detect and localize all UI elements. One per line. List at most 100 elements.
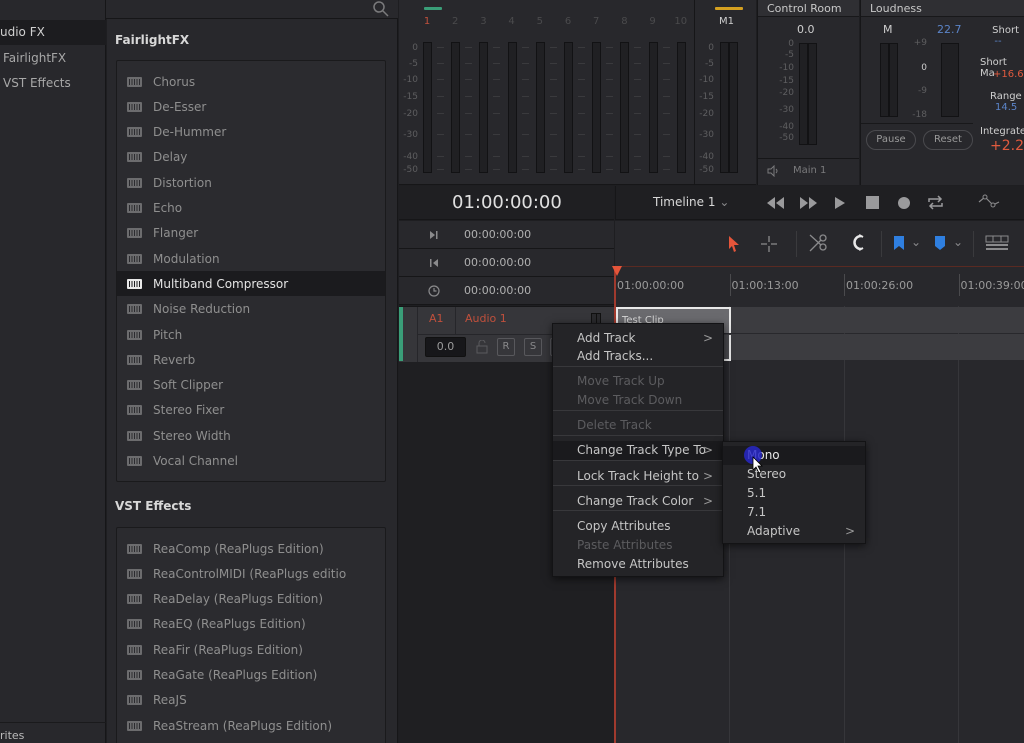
playhead-handle[interactable] bbox=[612, 266, 622, 276]
flag-icon[interactable] bbox=[893, 235, 905, 251]
play-icon[interactable] bbox=[834, 196, 846, 210]
channel-number: 2 bbox=[452, 16, 459, 27]
fx-list-item[interactable]: ReaFir (ReaPlugs Edition) bbox=[117, 637, 385, 662]
track-volume-field[interactable]: 0.0 bbox=[425, 337, 466, 357]
track-header-divider bbox=[455, 307, 456, 334]
duration-value[interactable]: 00:00:00:00 bbox=[464, 284, 531, 297]
menu-separator bbox=[553, 366, 723, 367]
fairlightfx-list: Chorus De-Esser De-Hummer Delay Distortion Ec… bbox=[116, 60, 386, 482]
submenu-item[interactable]: 7.1 bbox=[723, 503, 865, 522]
short-label: Short bbox=[992, 25, 1019, 36]
fx-list-item[interactable]: Echo bbox=[117, 196, 385, 221]
razor-tool-icon[interactable] bbox=[808, 233, 830, 253]
range-tool-icon[interactable] bbox=[760, 235, 778, 253]
out-point-row: 00:00:00:00 bbox=[399, 249, 614, 277]
flag-dropdown-chevron-icon[interactable]: ⌄ bbox=[911, 235, 921, 249]
category-fairlightfx[interactable]: FairlightFX bbox=[0, 46, 106, 71]
meter-tick bbox=[662, 169, 670, 170]
fx-list-item[interactable]: ReaControlMIDI (ReaPlugs editio bbox=[117, 561, 385, 586]
lock-icon[interactable] bbox=[476, 340, 488, 354]
in-point-value[interactable]: 00:00:00:00 bbox=[464, 228, 531, 241]
fx-list-item[interactable]: ReaGate (ReaPlugs Edition) bbox=[117, 663, 385, 688]
marker-icon[interactable] bbox=[934, 235, 946, 251]
control-room-output[interactable]: Main 1 bbox=[793, 165, 826, 176]
fx-item-label: Noise Reduction bbox=[153, 302, 251, 317]
fx-list-item[interactable]: Soft Clipper bbox=[117, 373, 385, 398]
favorites-label[interactable]: rites bbox=[0, 729, 24, 742]
record-arm-button[interactable]: R bbox=[497, 338, 515, 356]
meter-tick bbox=[493, 47, 501, 48]
submenu-item[interactable]: Stereo bbox=[723, 465, 865, 484]
fx-list-item[interactable]: ReaComp (ReaPlugs Edition) bbox=[117, 536, 385, 561]
meter-tick bbox=[662, 134, 670, 135]
fx-list-item[interactable]: De-Hummer bbox=[117, 120, 385, 145]
speaker-icon[interactable] bbox=[767, 164, 781, 178]
context-menu-item[interactable]: Add Track > bbox=[553, 329, 723, 348]
automation-icon[interactable] bbox=[978, 194, 1000, 210]
submenu-item[interactable]: Adaptive > bbox=[723, 522, 865, 541]
meter-tick bbox=[606, 96, 614, 97]
fx-list-item[interactable]: Distortion bbox=[117, 170, 385, 195]
transport-bar: Timeline 1 ⌄ bbox=[615, 186, 1024, 220]
track-name[interactable]: Audio 1 bbox=[465, 312, 507, 325]
toolbar-divider bbox=[973, 231, 974, 257]
loudness-scale-label: +9 bbox=[913, 38, 927, 48]
context-menu-item[interactable]: Change Track Color > bbox=[553, 492, 723, 511]
fx-item-label: Distortion bbox=[153, 175, 212, 190]
context-menu-item[interactable]: Remove Attributes bbox=[553, 555, 723, 574]
category-vst-effects[interactable]: VST Effects bbox=[0, 71, 106, 96]
record-icon[interactable] bbox=[897, 196, 911, 210]
fx-list-item[interactable]: Stereo Width bbox=[117, 423, 385, 448]
context-menu-item[interactable]: Change Track Type To > bbox=[553, 441, 723, 460]
meter-scale-label: -15 bbox=[403, 92, 418, 102]
stop-icon[interactable] bbox=[866, 196, 879, 209]
fx-list-item[interactable]: ReaDelay (ReaPlugs Edition) bbox=[117, 587, 385, 612]
meter-tick bbox=[549, 47, 557, 48]
fx-list-item[interactable]: Chorus bbox=[117, 69, 385, 94]
fx-list-item[interactable]: Multiband Compressor bbox=[117, 271, 385, 297]
fx-list-item[interactable]: Noise Reduction bbox=[117, 297, 385, 322]
meter-tick bbox=[521, 79, 529, 80]
master-scale-label: -20 bbox=[699, 109, 714, 119]
selection-tool-icon[interactable] bbox=[727, 235, 741, 253]
fx-list-item[interactable]: Vocal Channel bbox=[117, 449, 385, 474]
fast-forward-icon[interactable] bbox=[798, 196, 818, 210]
submenu-item[interactable]: 5.1 bbox=[723, 484, 865, 503]
fx-list-item[interactable]: Stereo Fixer bbox=[117, 398, 385, 423]
vst-section-title: VST Effects bbox=[115, 499, 192, 513]
search-icon[interactable] bbox=[372, 0, 390, 18]
context-menu-item[interactable]: Add Tracks... bbox=[553, 347, 723, 366]
meter-scale-label: 0 bbox=[412, 43, 418, 53]
menu-separator bbox=[553, 435, 723, 436]
fx-list-item[interactable]: Flanger bbox=[117, 221, 385, 246]
rewind-icon[interactable] bbox=[766, 196, 786, 210]
pause-button[interactable]: Pause bbox=[866, 130, 916, 150]
loop-icon[interactable] bbox=[927, 195, 944, 210]
fx-list-item[interactable]: Pitch bbox=[117, 322, 385, 347]
fx-list-item[interactable]: ReaEQ (ReaPlugs Edition) bbox=[117, 612, 385, 637]
meter-tick bbox=[465, 113, 473, 114]
reset-button[interactable]: Reset bbox=[923, 130, 973, 150]
fx-list-item[interactable]: ReaJS bbox=[117, 688, 385, 713]
meter-tick bbox=[493, 79, 501, 80]
audio-plugin-icon bbox=[127, 405, 142, 416]
category-audio-fx[interactable]: udio FX bbox=[0, 20, 106, 45]
out-point-value[interactable]: 00:00:00:00 bbox=[464, 256, 531, 269]
solo-button[interactable]: S bbox=[524, 338, 542, 356]
fx-list-item[interactable]: Reverb bbox=[117, 347, 385, 372]
context-menu-item[interactable]: Lock Track Height to > bbox=[553, 467, 723, 486]
meter-tick bbox=[549, 156, 557, 157]
meter-tick bbox=[549, 79, 557, 80]
fx-list-item[interactable]: ReaStream (ReaPlugs Edition) bbox=[117, 713, 385, 738]
fx-list-item[interactable]: Delay bbox=[117, 145, 385, 170]
master-scale-label: 0 bbox=[708, 43, 714, 53]
fx-list-item[interactable]: Modulation bbox=[117, 246, 385, 271]
view-options-icon[interactable] bbox=[985, 235, 1009, 251]
meter-scale-label: -20 bbox=[403, 109, 418, 119]
fx-list-item[interactable]: De-Esser bbox=[117, 94, 385, 119]
marker-dropdown-chevron-icon[interactable]: ⌄ bbox=[953, 235, 963, 249]
snapping-magnet-icon[interactable] bbox=[848, 233, 866, 253]
timeline-selector[interactable]: Timeline 1 ⌄ bbox=[653, 195, 729, 209]
context-menu-item[interactable]: Copy Attributes bbox=[553, 517, 723, 536]
control-room-scale-label: 0 bbox=[788, 39, 794, 49]
